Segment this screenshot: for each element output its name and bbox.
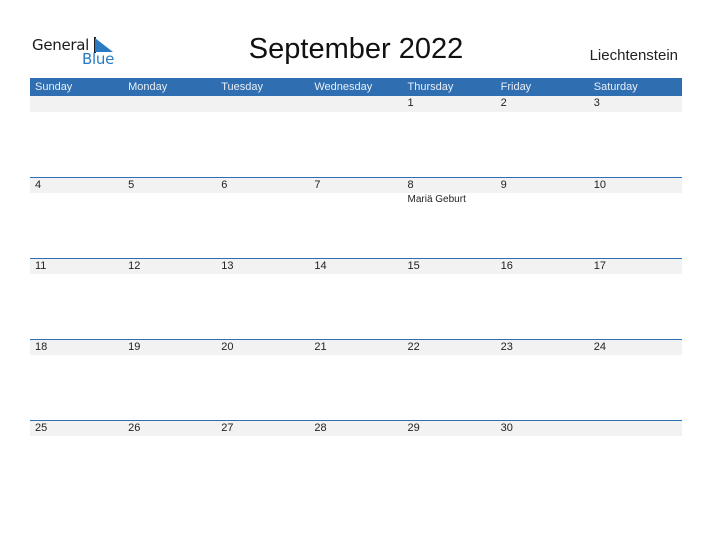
weekday-tuesday: Tuesday bbox=[221, 81, 264, 93]
day-cell bbox=[30, 96, 123, 112]
weekday-monday: Monday bbox=[128, 81, 168, 93]
day-number-strip: 4 5 6 7 8 Mariä Geburt 9 10 bbox=[30, 177, 682, 205]
week-row: 11 12 13 14 15 16 17 bbox=[30, 258, 682, 338]
day-cell: 4 bbox=[30, 178, 123, 193]
weekday-friday: Friday bbox=[500, 81, 532, 93]
day-number: 16 bbox=[500, 260, 513, 272]
day-cell: 19 bbox=[123, 340, 216, 355]
day-cell: 29 bbox=[403, 421, 496, 436]
day-cell: 27 bbox=[216, 421, 309, 436]
day-number: 20 bbox=[221, 341, 234, 353]
day-cell: 14 bbox=[309, 259, 402, 274]
weekday-header: Sunday Monday Tuesday Wednesday Thursday… bbox=[30, 78, 682, 96]
day-number: 14 bbox=[314, 260, 327, 272]
day-number: 9 bbox=[500, 179, 507, 191]
day-number: 13 bbox=[221, 260, 234, 272]
weekday-wednesday: Wednesday bbox=[314, 81, 373, 93]
weekday-sunday: Sunday bbox=[35, 81, 73, 93]
day-number: 17 bbox=[593, 260, 606, 272]
day-cell: 17 bbox=[589, 259, 682, 274]
day-cell: 12 bbox=[123, 259, 216, 274]
day-number: 8 bbox=[407, 179, 414, 191]
day-number: 2 bbox=[500, 97, 507, 109]
day-number: 30 bbox=[500, 422, 513, 434]
day-cell: 8 Mariä Geburt bbox=[403, 178, 496, 205]
day-cell: 11 bbox=[30, 259, 123, 274]
day-number: 15 bbox=[407, 260, 420, 272]
day-cell: 20 bbox=[216, 340, 309, 355]
day-number-strip: 18 19 20 21 22 23 24 bbox=[30, 339, 682, 355]
day-number: 24 bbox=[593, 341, 606, 353]
day-cell: 13 bbox=[216, 259, 309, 274]
day-cell bbox=[309, 96, 402, 112]
day-number: 18 bbox=[35, 341, 48, 353]
day-cell: 23 bbox=[496, 340, 589, 355]
day-number: 6 bbox=[221, 179, 228, 191]
day-cell: 21 bbox=[309, 340, 402, 355]
day-cell: 15 bbox=[403, 259, 496, 274]
day-number: 23 bbox=[500, 341, 513, 353]
day-cell: 5 bbox=[123, 178, 216, 193]
day-cell: 7 bbox=[309, 178, 402, 193]
day-number: 11 bbox=[35, 260, 47, 272]
day-number: 25 bbox=[35, 422, 48, 434]
day-number: 10 bbox=[593, 179, 606, 191]
week-row: 4 5 6 7 8 Mariä Geburt 9 10 bbox=[30, 177, 682, 257]
holiday-label: Mariä Geburt bbox=[407, 194, 466, 205]
weekday-thursday: Thursday bbox=[407, 81, 454, 93]
day-number: 29 bbox=[407, 422, 420, 434]
day-cell bbox=[216, 96, 309, 112]
week-row: 25 26 27 28 29 30 bbox=[30, 420, 682, 500]
weekday-saturday: Saturday bbox=[593, 81, 638, 93]
day-cell: 22 bbox=[403, 340, 496, 355]
day-cell: 28 bbox=[309, 421, 402, 436]
day-number: 3 bbox=[593, 97, 600, 109]
day-cell: 18 bbox=[30, 340, 123, 355]
day-cell: 9 bbox=[496, 178, 589, 193]
day-number: 27 bbox=[221, 422, 234, 434]
week-row: 18 19 20 21 22 23 24 bbox=[30, 339, 682, 419]
day-number-strip: 11 12 13 14 15 16 17 bbox=[30, 258, 682, 274]
day-number: 1 bbox=[407, 97, 414, 109]
day-number: 19 bbox=[128, 341, 141, 353]
day-cell: 1 bbox=[403, 96, 496, 112]
day-number: 22 bbox=[407, 341, 420, 353]
day-number-strip: 1 2 3 bbox=[30, 96, 682, 112]
day-cell: 2 bbox=[496, 96, 589, 112]
day-cell: 26 bbox=[123, 421, 216, 436]
day-cell: 16 bbox=[496, 259, 589, 274]
day-cell: 24 bbox=[589, 340, 682, 355]
day-cell: 6 bbox=[216, 178, 309, 193]
day-number: 21 bbox=[314, 341, 327, 353]
day-cell bbox=[589, 421, 682, 436]
day-number: 12 bbox=[128, 260, 141, 272]
day-number: 4 bbox=[35, 179, 42, 191]
day-number: 5 bbox=[128, 179, 135, 191]
day-cell: 10 bbox=[589, 178, 682, 193]
day-number-strip: 25 26 27 28 29 30 bbox=[30, 420, 682, 436]
day-number: 26 bbox=[128, 422, 141, 434]
day-number: 28 bbox=[314, 422, 327, 434]
day-cell bbox=[123, 96, 216, 112]
day-cell: 30 bbox=[496, 421, 589, 436]
country-label: Liechtenstein bbox=[589, 47, 678, 64]
day-cell: 3 bbox=[589, 96, 682, 112]
day-number: 7 bbox=[314, 179, 321, 191]
week-row: 1 2 3 bbox=[30, 96, 682, 176]
day-cell: 25 bbox=[30, 421, 123, 436]
